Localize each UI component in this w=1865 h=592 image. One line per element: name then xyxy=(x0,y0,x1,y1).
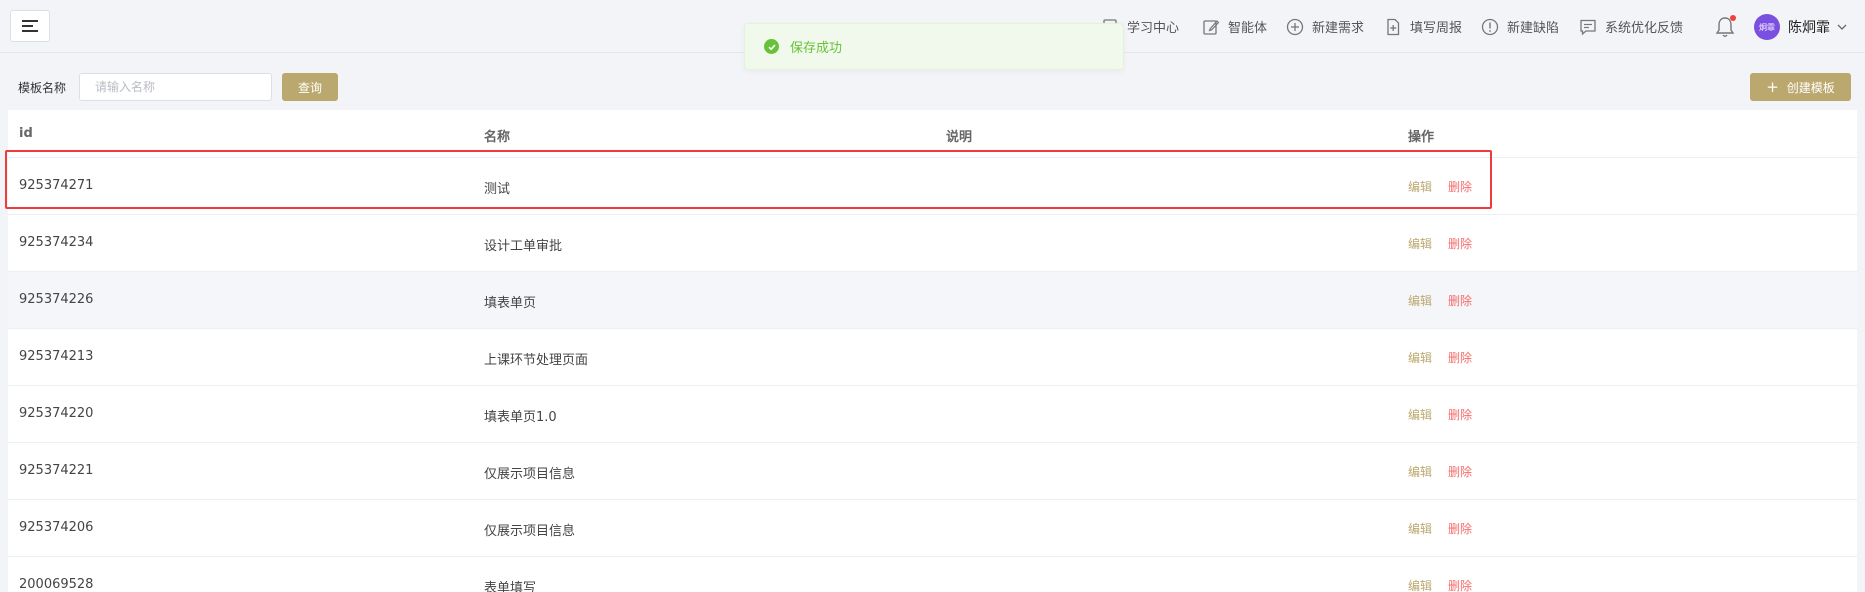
top-nav: 学习中心 智能体 新建需求 填写周报 新建缺陷 系统优化反馈 xyxy=(1101,0,1691,53)
nav-label: 学习中心 xyxy=(1127,21,1180,36)
table-row: 925374226 填表单页 编辑 删除 xyxy=(8,272,1857,329)
edit-link[interactable]: 编辑 xyxy=(1408,349,1432,366)
toast-message: 保存成功 xyxy=(790,41,843,56)
delete-link[interactable]: 删除 xyxy=(1448,577,1472,592)
cell-name: 仅展示项目信息 xyxy=(484,467,576,482)
cell-id: 925374213 xyxy=(19,349,94,364)
table-row: 925374220 填表单页1.0 编辑 删除 xyxy=(8,386,1857,443)
edit-link[interactable]: 编辑 xyxy=(1408,463,1432,480)
cell-id: 925374226 xyxy=(19,292,94,307)
file-plus-icon xyxy=(1384,18,1402,36)
check-circle-icon xyxy=(764,39,779,54)
cell-name: 填表单页 xyxy=(484,296,537,311)
search-bar: 模板名称 查询 + 创建模板 xyxy=(0,70,1865,104)
template-name-label: 模板名称 xyxy=(18,81,67,95)
edit-link[interactable]: 编辑 xyxy=(1408,178,1432,195)
edit-link[interactable]: 编辑 xyxy=(1408,520,1432,537)
cell-name: 填表单页1.0 xyxy=(484,410,557,425)
alert-circle-icon xyxy=(1481,18,1499,36)
nav-new-defect[interactable]: 新建缺陷 xyxy=(1481,0,1579,53)
delete-link[interactable]: 删除 xyxy=(1448,349,1472,366)
template-table: id 名称 说明 操作 925374271 测试 编辑 删除 925374234… xyxy=(8,110,1857,592)
column-header-actions: 操作 xyxy=(1408,130,1435,145)
create-template-label: 创建模板 xyxy=(1786,80,1835,95)
table-row: 925374206 仅展示项目信息 编辑 删除 xyxy=(8,500,1857,557)
user-menu[interactable]: 炯霏 陈炯霏 xyxy=(1754,14,1848,40)
column-header-desc: 说明 xyxy=(946,130,973,145)
plus-icon: + xyxy=(1766,77,1779,96)
nav-feedback[interactable]: 系统优化反馈 xyxy=(1579,0,1691,53)
edit-link[interactable]: 编辑 xyxy=(1408,235,1432,252)
table-row: 925374221 仅展示项目信息 编辑 删除 xyxy=(8,443,1857,500)
column-header-name: 名称 xyxy=(484,130,511,145)
nav-label: 填写周报 xyxy=(1410,21,1463,36)
chevron-down-icon xyxy=(1837,24,1847,30)
message-icon xyxy=(1579,18,1597,36)
avatar: 炯霏 xyxy=(1754,14,1780,40)
edit-link[interactable]: 编辑 xyxy=(1408,292,1432,309)
delete-link[interactable]: 删除 xyxy=(1448,406,1472,423)
nav-weekly-report[interactable]: 填写周报 xyxy=(1384,0,1481,53)
cell-name: 测试 xyxy=(484,182,511,197)
cell-name: 表单填写 xyxy=(484,581,537,592)
delete-link[interactable]: 删除 xyxy=(1448,463,1472,480)
cell-id: 925374271 xyxy=(19,178,94,193)
delete-link[interactable]: 删除 xyxy=(1448,520,1472,537)
nav-new-requirement[interactable]: 新建需求 xyxy=(1286,0,1384,53)
create-template-button[interactable]: + 创建模板 xyxy=(1750,73,1851,101)
cell-id: 200069528 xyxy=(19,577,94,592)
cell-id: 925374234 xyxy=(19,235,94,250)
column-header-id: id xyxy=(19,126,33,141)
cell-id: 925374206 xyxy=(19,520,94,535)
menu-icon xyxy=(22,20,38,32)
query-button[interactable]: 查询 xyxy=(282,73,338,101)
table-row: 925374213 上课环节处理页面 编辑 删除 xyxy=(8,329,1857,386)
cell-name: 设计工单审批 xyxy=(484,239,563,254)
menu-toggle-button[interactable] xyxy=(10,10,50,42)
delete-link[interactable]: 删除 xyxy=(1448,292,1472,309)
table-row: 925374234 设计工单审批 编辑 删除 xyxy=(8,215,1857,272)
notification-bell-button[interactable] xyxy=(1714,15,1736,39)
nav-label: 智能体 xyxy=(1228,21,1268,36)
edit-link[interactable]: 编辑 xyxy=(1408,577,1432,592)
table-header: id 名称 说明 操作 xyxy=(8,110,1857,158)
plus-circle-icon xyxy=(1286,18,1304,36)
nav-label: 系统优化反馈 xyxy=(1605,21,1684,36)
nav-label: 新建缺陷 xyxy=(1507,21,1560,36)
success-toast: 保存成功 xyxy=(744,23,1124,70)
cell-name: 上课环节处理页面 xyxy=(484,353,589,368)
edit-link[interactable]: 编辑 xyxy=(1408,406,1432,423)
cell-name: 仅展示项目信息 xyxy=(484,524,576,539)
delete-link[interactable]: 删除 xyxy=(1448,235,1472,252)
cell-id: 925374220 xyxy=(19,406,94,421)
table-row: 925374271 测试 编辑 删除 xyxy=(8,158,1857,215)
template-name-input[interactable] xyxy=(79,73,272,101)
edit-icon xyxy=(1202,18,1220,36)
cell-id: 925374221 xyxy=(19,463,94,478)
user-name: 陈炯霏 xyxy=(1788,20,1830,36)
notification-badge xyxy=(1730,15,1736,21)
nav-agent[interactable]: 智能体 xyxy=(1202,0,1286,53)
table-row: 200069528 表单填写 编辑 删除 xyxy=(8,557,1857,592)
nav-label: 新建需求 xyxy=(1312,21,1365,36)
delete-link[interactable]: 删除 xyxy=(1448,178,1472,195)
